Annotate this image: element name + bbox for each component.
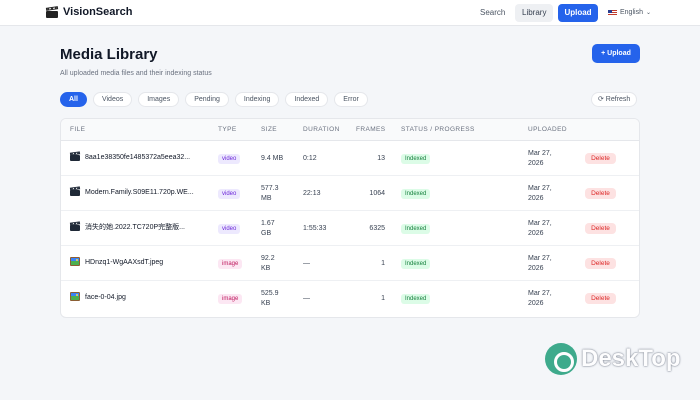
uploaded-year: 2026 bbox=[528, 265, 544, 272]
type-badge: image bbox=[218, 294, 243, 304]
filter-indexed[interactable]: Indexed bbox=[285, 92, 329, 107]
delete-button[interactable]: Delete bbox=[585, 223, 616, 234]
frame-count: 13 bbox=[377, 155, 385, 162]
us-flag-icon bbox=[608, 10, 617, 16]
status-badge: Indexed bbox=[401, 189, 431, 199]
watermark-text: DeskTop bbox=[581, 345, 681, 372]
nav-search-link[interactable]: Search bbox=[474, 4, 511, 22]
delete-button[interactable]: Delete bbox=[585, 258, 616, 269]
type-badge: image bbox=[218, 259, 243, 269]
frame-count: 1 bbox=[381, 260, 385, 267]
media-table: FILE TYPE SIZE DURATION FRAMES STATUS / … bbox=[60, 118, 640, 318]
language-label: English bbox=[620, 9, 643, 16]
type-badge: video bbox=[218, 154, 241, 164]
duration: — bbox=[303, 295, 310, 302]
duration: 0:12 bbox=[303, 155, 317, 162]
chevron-down-icon: ⌄ bbox=[645, 10, 651, 16]
top-nav: VisionSearch Search Library Upload Engli… bbox=[0, 0, 700, 26]
column-header-frames: FRAMES bbox=[356, 126, 386, 133]
clapperboard-icon bbox=[69, 221, 81, 231]
delete-button[interactable]: Delete bbox=[585, 153, 616, 164]
file-size: 92.2 bbox=[261, 255, 275, 262]
nav-upload-button[interactable]: Upload bbox=[558, 4, 598, 22]
clapperboard-icon bbox=[45, 5, 59, 18]
clapperboard-icon bbox=[69, 186, 81, 196]
file-size-unit: KB bbox=[261, 300, 271, 307]
table-row[interactable]: HDnzq1-WgAAXsdT.jpeg image 92.2 KB — 1 I… bbox=[61, 246, 639, 281]
status-badge: Indexed bbox=[401, 259, 431, 269]
refresh-button[interactable]: ⟳ Refresh bbox=[591, 92, 638, 107]
desktop-watermark: DeskTop bbox=[545, 343, 681, 375]
table-row[interactable]: 8aa1e38350fe1485372a5eea32... video 9.4 … bbox=[61, 141, 639, 176]
frame-count: 1 bbox=[381, 295, 385, 302]
language-selector[interactable]: English ⌄ bbox=[608, 4, 651, 22]
table-row[interactable]: face-0-04.jpg image 525.9 KB — 1 Indexed… bbox=[61, 281, 639, 316]
column-header-status: STATUS / PROGRESS bbox=[401, 126, 475, 133]
duration: — bbox=[303, 260, 310, 267]
type-badge: video bbox=[218, 189, 241, 199]
filter-pending[interactable]: Pending bbox=[185, 92, 229, 107]
uploaded-year: 2026 bbox=[528, 300, 544, 307]
image-icon bbox=[70, 292, 80, 301]
uploaded-date: Mar 27, bbox=[528, 255, 552, 262]
filter-images[interactable]: Images bbox=[138, 92, 180, 107]
column-header-size: SIZE bbox=[261, 126, 278, 133]
file-name: HDnzq1-WgAAXsdT.jpeg bbox=[85, 259, 164, 266]
column-header-duration: DURATION bbox=[303, 126, 340, 133]
uploaded-year: 2026 bbox=[528, 160, 544, 167]
duration: 1:55:33 bbox=[303, 225, 327, 232]
type-badge: video bbox=[218, 224, 241, 234]
image-icon bbox=[70, 257, 80, 266]
table-header: FILE TYPE SIZE DURATION FRAMES STATUS / … bbox=[61, 119, 639, 141]
column-header-uploaded: UPLOADED bbox=[528, 126, 567, 133]
file-name: 8aa1e38350fe1485372a5eea32... bbox=[85, 154, 191, 161]
filter-error[interactable]: Error bbox=[334, 92, 368, 107]
delete-button[interactable]: Delete bbox=[585, 293, 616, 304]
file-size-unit: KB bbox=[261, 265, 271, 272]
file-size-unit: MB bbox=[261, 195, 272, 202]
filter-indexing[interactable]: Indexing bbox=[234, 92, 280, 107]
uploaded-year: 2026 bbox=[528, 230, 544, 237]
file-size: 577.3 bbox=[261, 185, 279, 192]
brand-name: VisionSearch bbox=[63, 6, 133, 18]
frame-count: 6325 bbox=[369, 225, 385, 232]
file-size: 9.4 MB bbox=[261, 155, 284, 162]
uploaded-date: Mar 27, bbox=[528, 220, 552, 227]
status-filter-bar: All Videos Images Pending Indexing Index… bbox=[60, 92, 368, 107]
status-badge: Indexed bbox=[401, 294, 431, 304]
watermark-logo-icon bbox=[545, 343, 577, 375]
table-row[interactable]: 消失的她.2022.TC720P完整版... video 1.67 GB 1:5… bbox=[61, 211, 639, 246]
nav-library-link[interactable]: Library bbox=[515, 4, 554, 22]
frame-count: 1064 bbox=[369, 190, 385, 197]
clapperboard-icon bbox=[69, 151, 81, 161]
file-name: 消失的她.2022.TC720P完整版... bbox=[85, 224, 185, 231]
file-name: face-0-04.jpg bbox=[85, 294, 126, 301]
file-size-unit: GB bbox=[261, 230, 272, 237]
file-name: Modern.Family.S09E11.720p.WE... bbox=[85, 189, 194, 196]
column-header-type: TYPE bbox=[218, 126, 237, 133]
file-size: 1.67 bbox=[261, 220, 275, 227]
status-badge: Indexed bbox=[401, 154, 431, 164]
brand[interactable]: VisionSearch bbox=[45, 5, 133, 18]
filter-videos[interactable]: Videos bbox=[92, 92, 133, 107]
delete-button[interactable]: Delete bbox=[585, 188, 616, 199]
uploaded-date: Mar 27, bbox=[528, 185, 552, 192]
uploaded-date: Mar 27, bbox=[528, 290, 552, 297]
column-header-file: FILE bbox=[70, 126, 86, 133]
filter-all[interactable]: All bbox=[60, 92, 87, 107]
file-size: 525.9 bbox=[261, 290, 279, 297]
status-badge: Indexed bbox=[401, 224, 431, 234]
page-subtitle: All uploaded media files and their index… bbox=[60, 70, 212, 77]
uploaded-year: 2026 bbox=[528, 195, 544, 202]
upload-button[interactable]: + Upload bbox=[592, 44, 640, 63]
page-title: Media Library bbox=[60, 46, 158, 63]
table-row[interactable]: Modern.Family.S09E11.720p.WE... video 57… bbox=[61, 176, 639, 211]
uploaded-date: Mar 27, bbox=[528, 150, 552, 157]
duration: 22:13 bbox=[303, 190, 321, 197]
